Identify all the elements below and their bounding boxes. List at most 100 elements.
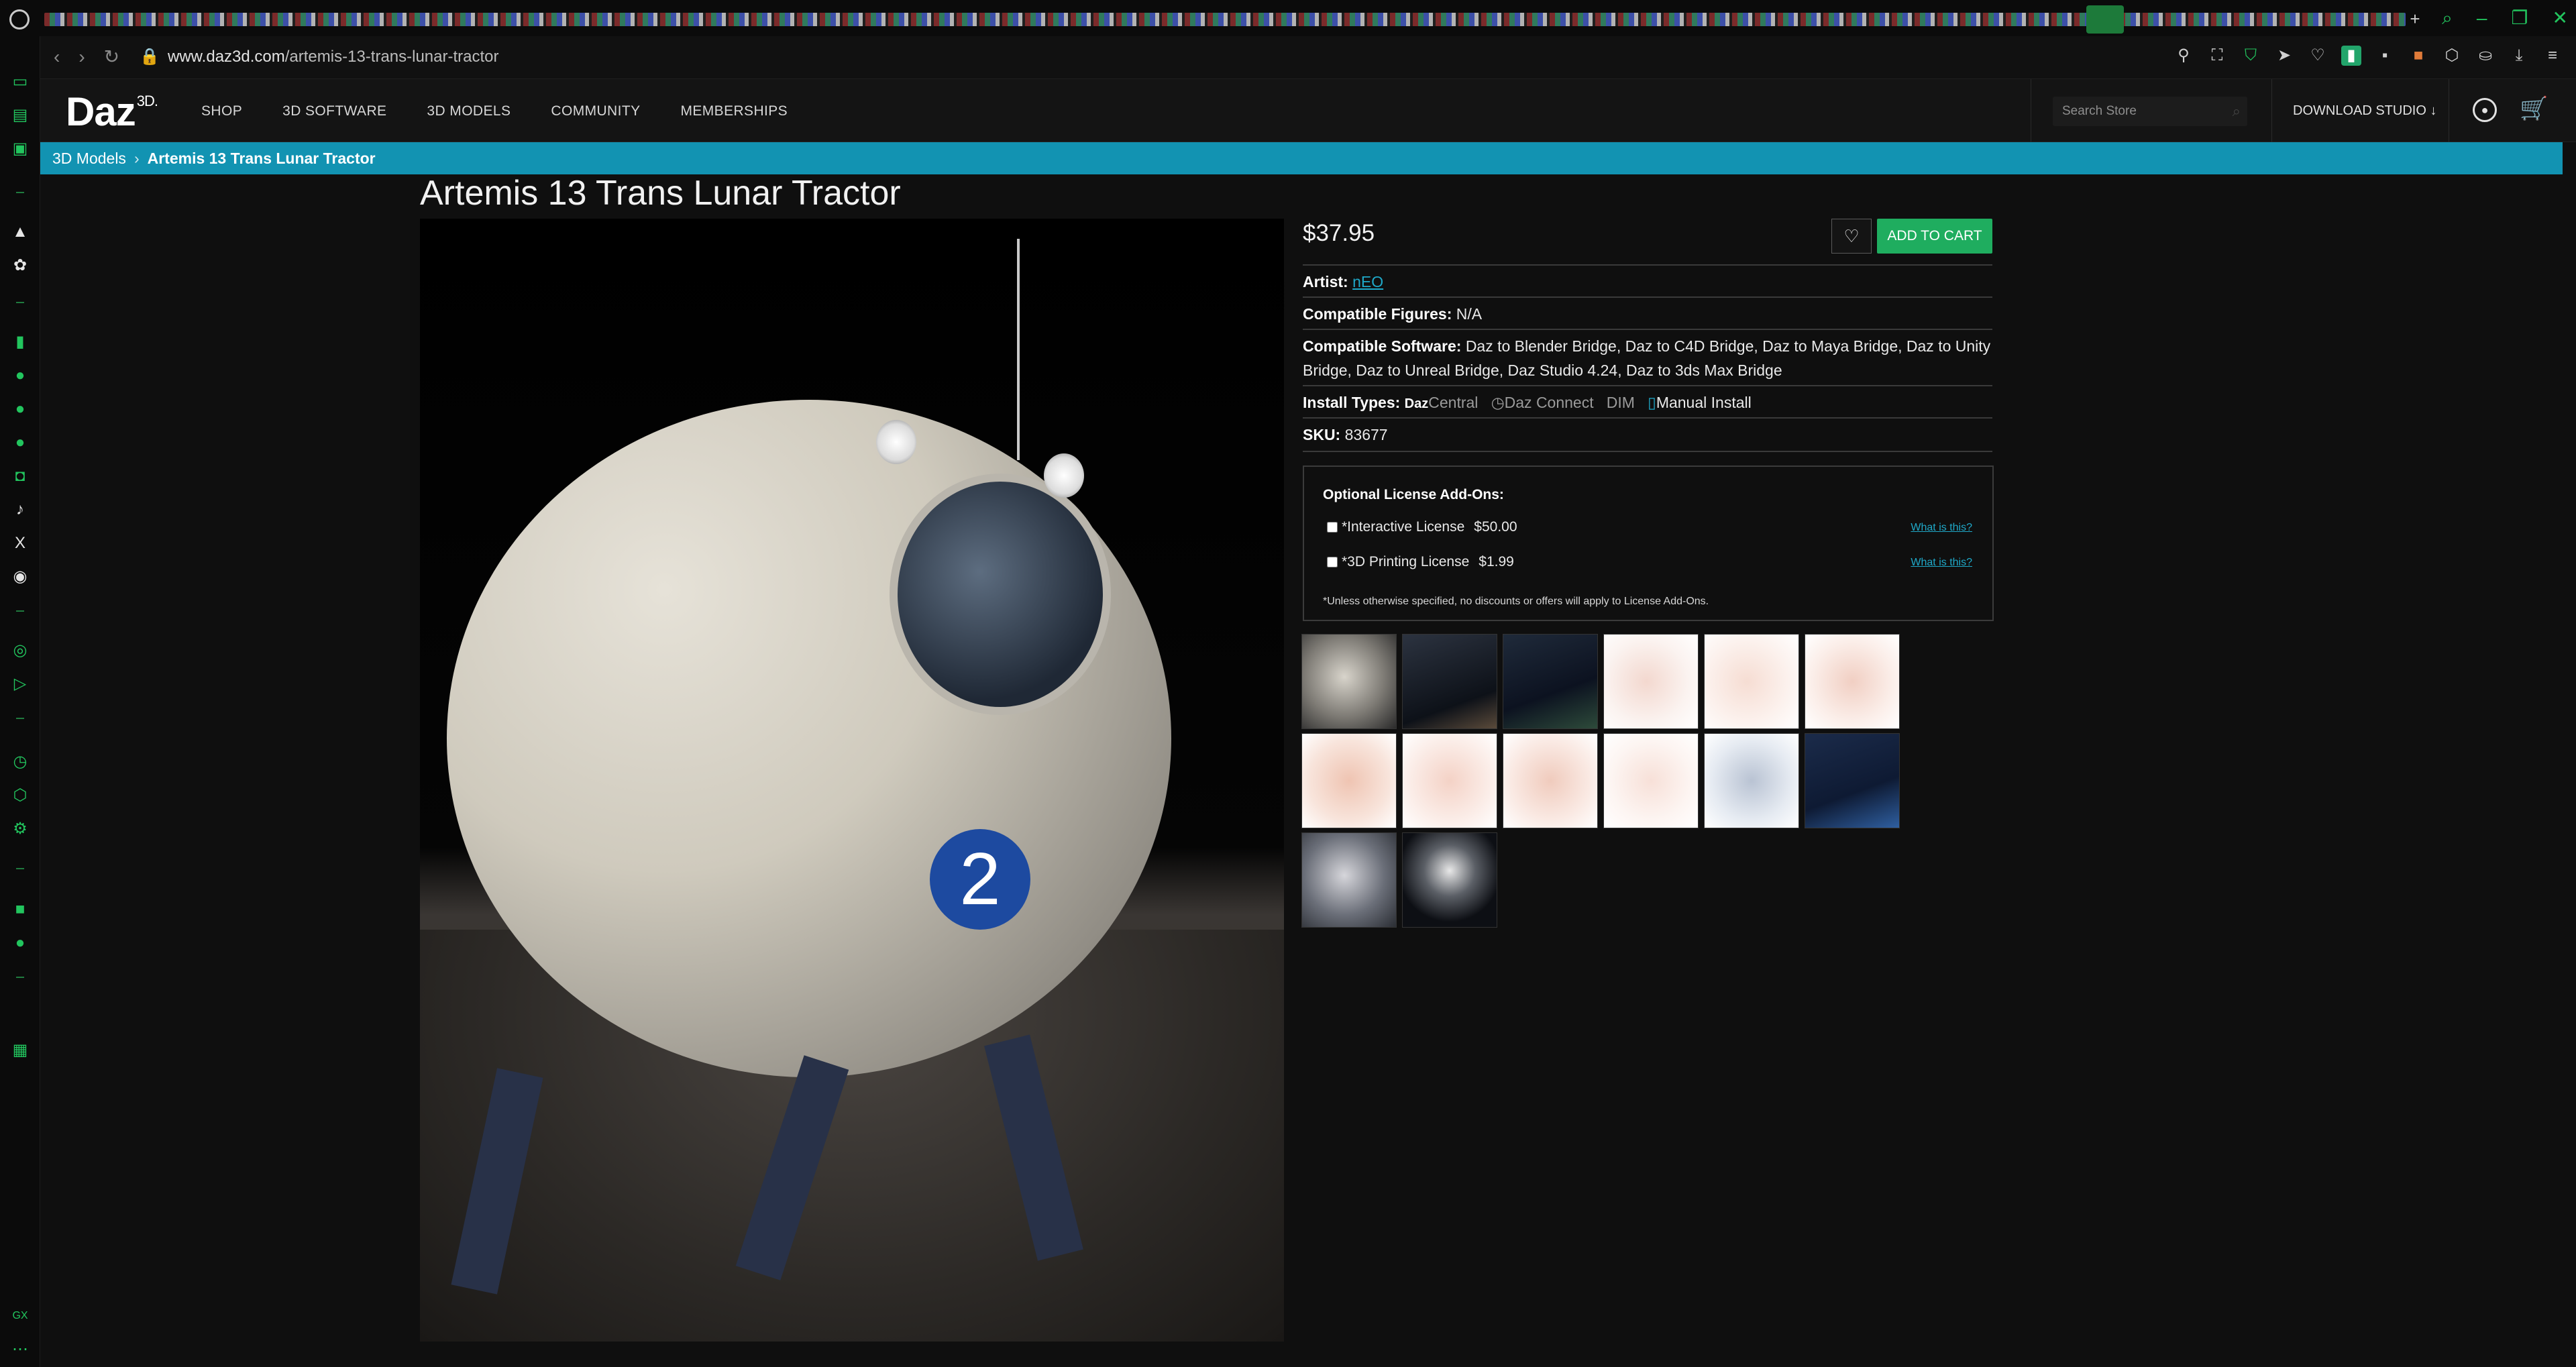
tiktok-icon[interactable]: ♪ [9,499,31,521]
download-studio-link[interactable]: DOWNLOAD STUDIO ↓ [2293,103,2436,119]
bookmark-icon[interactable]: ⚲ [2174,46,2194,66]
cart-icon[interactable]: 🛒 [2520,95,2548,122]
thumbnail[interactable] [1301,634,1397,729]
url-field[interactable]: www.daz3d.com/artemis-13-trans-lunar-tra… [168,48,499,66]
settings-icon[interactable]: ⚙ [9,818,31,840]
account-icon[interactable]: ● [2473,98,2497,122]
heart-icon[interactable]: ♡ [2308,46,2328,66]
history-icon[interactable]: ◷ [9,751,31,773]
sku-row: SKU: 83677 [1303,417,1992,452]
software-row: Compatible Software: Daz to Blender Brid… [1303,329,1992,382]
restore-icon[interactable]: ❐ [2511,7,2528,30]
antenna [1017,239,1020,460]
reload-icon[interactable]: ↻ [104,46,119,68]
nav-memberships[interactable]: MEMBERSHIPS [680,103,788,119]
pod-lamp [1044,453,1084,498]
pod-window [890,474,1111,715]
thumbnail[interactable] [1301,733,1397,828]
search-tabs-icon[interactable]: ⌕ [2442,7,2453,30]
thumbnail[interactable] [1805,634,1900,729]
discord-icon[interactable]: ◉ [9,566,31,588]
opera-gx-logo-icon[interactable] [9,9,30,30]
app-b-icon[interactable]: ▦ [9,1040,31,1061]
minimize-icon[interactable]: – [2477,7,2487,30]
what-is-this-link[interactable]: What is this? [1911,522,1972,534]
thumbnail[interactable] [1704,733,1799,828]
chatgpt-icon[interactable]: ✿ [9,255,31,276]
instagram-icon[interactable]: ◘ [9,466,31,487]
nav-shop[interactable]: SHOP [201,103,242,119]
extensions-sidebar-icon[interactable]: ⬡ [9,785,31,806]
nav-community[interactable]: COMMUNITY [551,103,640,119]
download-icon[interactable]: ⤓ [2509,46,2529,66]
aria-icon[interactable]: ▲ [9,221,31,243]
twitch-icon[interactable]: ▮ [9,331,31,353]
site-header: Daz3D. SHOP 3D SOFTWARE 3D MODELS COMMUN… [40,79,2576,142]
thumbnail[interactable] [1704,634,1799,729]
tab-list[interactable] [44,13,2406,26]
arrow-down-icon: ↓ [2430,103,2437,118]
daz-logo[interactable]: Daz3D. [66,89,158,135]
extension-c-icon[interactable]: ■ [2408,46,2428,66]
lock-icon[interactable]: 🔒 [140,47,160,66]
shield-icon[interactable]: ⛉ [2241,46,2261,66]
extension-b-icon[interactable]: ▪ [2375,46,2395,66]
thumbnail[interactable] [1402,634,1497,729]
back-icon[interactable]: ‹ [54,46,60,68]
extensions-icon[interactable]: ⬡ [2442,46,2462,66]
product-hero-image[interactable]: 2 [420,219,1284,1342]
thumbnail[interactable] [1402,832,1497,928]
thumbnail[interactable] [1805,733,1900,828]
profile-icon[interactable]: ⛀ [2475,46,2496,66]
interactive-license-checkbox[interactable] [1327,522,1338,533]
send-icon[interactable]: ➤ [2274,46,2294,66]
3d-printing-license-checkbox[interactable] [1327,557,1338,568]
snapshot-icon[interactable]: ⛶ [2207,46,2227,66]
gx-music-icon[interactable]: ▣ [9,138,31,160]
thumbnail[interactable] [1402,733,1497,828]
nav-3d-software[interactable]: 3D SOFTWARE [282,103,386,119]
close-icon[interactable]: ✕ [2553,7,2568,30]
store-search: ⌕ [2053,97,2247,126]
gx-icon[interactable]: GX [9,1305,31,1327]
forward-icon[interactable]: › [78,46,85,68]
new-tab-icon[interactable]: + [2406,9,2424,28]
search-icon[interactable]: ⌕ [2233,103,2241,120]
menu-icon[interactable]: ≡ [2542,46,2563,66]
whatsapp-icon[interactable]: ● [9,398,31,420]
pod-number-badge: 2 [930,829,1030,930]
install-types-row: Install Types: DazCentral ◷Daz Connect D… [1303,385,1992,416]
thumbnail[interactable] [1301,832,1397,928]
address-bar: ‹ › ↻ 🔒 www.daz3d.com/artemis-13-trans-l… [40,36,2576,79]
x-icon[interactable]: X [9,533,31,554]
gx-corner-icon[interactable]: ▤ [9,105,31,126]
extension-a-icon[interactable]: ▮ [2341,46,2361,66]
breadcrumb-current: Artemis 13 Trans Lunar Tractor [147,150,376,167]
what-is-this-link[interactable]: What is this? [1911,557,1972,569]
license-addons-box: Optional License Add-Ons: *Interactive L… [1303,466,1994,621]
artist-link[interactable]: nEO [1352,273,1383,290]
telegram-icon[interactable]: ● [9,432,31,453]
thumbnail[interactable] [1603,733,1699,828]
player-icon[interactable]: ◎ [9,640,31,661]
app-a-icon[interactable]: ■ [9,899,31,920]
thumbnail[interactable] [1603,634,1699,729]
main-nav: SHOP 3D SOFTWARE 3D MODELS COMMUNITY MEM… [201,103,788,119]
thumbnail[interactable] [1503,733,1598,828]
active-tab[interactable] [2086,5,2124,34]
more-icon[interactable]: ⋯ [9,1339,31,1360]
addon-interactive: *Interactive License $50.00 [1327,519,1517,535]
thumbnail[interactable] [1503,634,1598,729]
nav-3d-models[interactable]: 3D MODELS [427,103,511,119]
search-input[interactable] [2053,97,2220,126]
figures-row: Compatible Figures: N/A [1303,296,1992,326]
product-title: Artemis 13 Trans Lunar Tractor [420,174,901,213]
facebook-icon[interactable]: ● [9,932,31,954]
messenger-icon[interactable]: ● [9,365,31,386]
breadcrumb-parent[interactable]: 3D Models [52,150,126,167]
gx-control-icon[interactable]: ▭ [9,71,31,93]
wishlist-button[interactable]: ♡ [1831,219,1872,254]
flow-icon[interactable]: ▷ [9,673,31,695]
add-to-cart-button[interactable]: ADD TO CART [1877,219,1992,254]
artist-row: Artist: nEO [1303,264,1992,294]
